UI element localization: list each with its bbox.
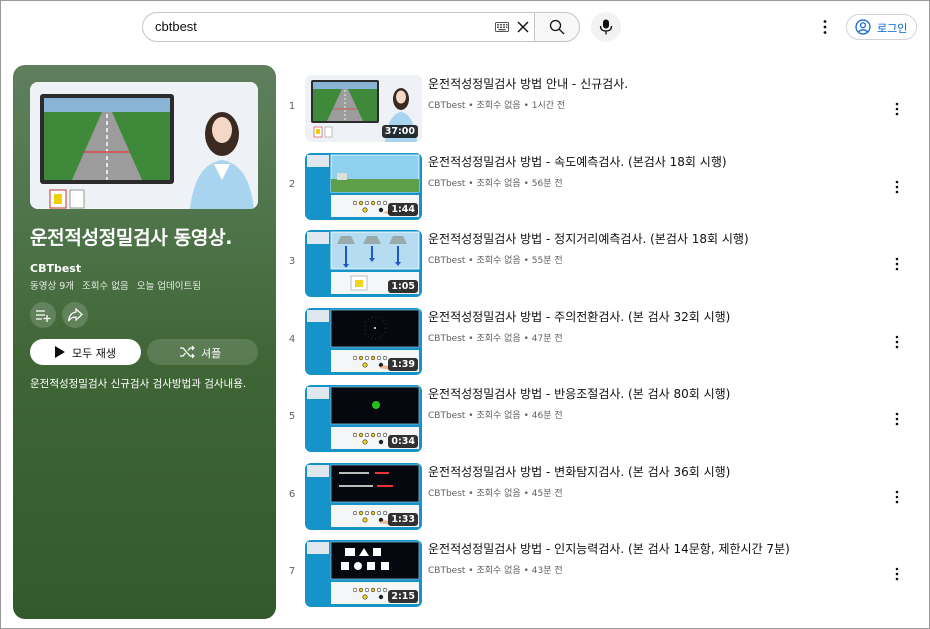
- login-label: 로그인: [877, 22, 908, 35]
- video-meta: CBTbest • 조회수 없음 • 46분 전: [428, 411, 563, 421]
- page: 로그인 운전적성정밀검사 동영상. CBTbest: [0, 0, 930, 629]
- video-title[interactable]: 운전적성정밀검사 방법 - 주의전환검사. (본 검사 32회 시행): [428, 308, 730, 325]
- video-meta: CBTbest • 조회수 없음 • 47분 전: [428, 334, 563, 344]
- video-index: 7: [288, 566, 296, 577]
- play-icon: [55, 346, 65, 358]
- more-vert-icon[interactable]: [891, 334, 903, 350]
- play-all-button[interactable]: 모두 재생: [30, 339, 141, 365]
- playlist-meta: 동영상 9개 조회수 없음 오늘 업데이트됨: [30, 278, 209, 292]
- playlist-channel[interactable]: CBTbest: [30, 262, 81, 275]
- shuffle-label: 셔플: [201, 347, 222, 360]
- video-row[interactable]: 5 0:34 운전적성정밀검사 방법 - 반응조절검사. (본 검사 80회 시…: [283, 385, 923, 455]
- video-index: 2: [288, 179, 296, 190]
- keyboard-icon[interactable]: [495, 22, 509, 32]
- video-row[interactable]: 3 1:05 운전적성정밀검사 방법 - 정지거리예측검사. (본검사 18회 …: [283, 230, 923, 300]
- search-button[interactable]: [534, 12, 580, 42]
- video-row[interactable]: 7 2:15 운전적성정밀검사 방법 - 인지능력검사. (본 검사 14문항,…: [283, 540, 923, 610]
- video-meta: CBTbest • 조회수 없음 • 45분 전: [428, 489, 563, 499]
- video-count: 동영상 9개: [30, 281, 75, 292]
- video-title[interactable]: 운전적성정밀검사 방법 안내 - 신규검사.: [428, 75, 628, 92]
- share-button[interactable]: [62, 302, 88, 328]
- save-playlist-button[interactable]: [30, 302, 56, 328]
- voice-search-button[interactable]: [591, 12, 621, 42]
- shuffle-button[interactable]: 셔플: [147, 339, 258, 365]
- video-index: 6: [288, 489, 296, 500]
- shuffle-icon: [180, 345, 195, 359]
- search-input[interactable]: [155, 19, 475, 34]
- video-duration: 1:05: [388, 280, 418, 293]
- more-vert-icon[interactable]: [891, 566, 903, 582]
- video-duration: 37:00: [381, 125, 418, 138]
- video-row[interactable]: 2 1:44 운전적성정밀검사 방법 - 속도예측검사. (본검사 18회 시행…: [283, 153, 923, 223]
- video-row[interactable]: 4 1:39 운전적성정밀검사 방법 - 주의전환검사. (본 검사 32회 시…: [283, 308, 923, 378]
- updated-label: 오늘 업데이트됨: [136, 281, 201, 292]
- playlist-description: 운전적성정밀검사 신규검사 검사방법과 검사내용.: [30, 378, 247, 390]
- playlist-thumbnail-image: [30, 82, 258, 209]
- video-meta: CBTbest • 조회수 없음 • 56분 전: [428, 179, 563, 189]
- video-thumbnail[interactable]: 2:15: [305, 540, 422, 607]
- share-icon: [67, 307, 83, 322]
- account-circle-icon: [855, 19, 871, 35]
- video-duration: 1:39: [388, 358, 418, 371]
- video-title[interactable]: 운전적성정밀검사 방법 - 속도예측검사. (본검사 18회 시행): [428, 153, 727, 170]
- video-index: 5: [288, 411, 296, 422]
- more-vert-icon[interactable]: [891, 179, 903, 195]
- view-count: 조회수 없음: [82, 281, 129, 292]
- playlist-title: 운전적성정밀검사 동영상.: [30, 227, 233, 249]
- more-vert-icon[interactable]: [817, 17, 833, 37]
- video-index: 1: [288, 101, 296, 112]
- microphone-icon: [599, 19, 613, 35]
- video-thumbnail[interactable]: 1:39: [305, 308, 422, 375]
- video-title[interactable]: 운전적성정밀검사 방법 - 정지거리예측검사. (본검사 18회 시행): [428, 230, 749, 247]
- video-duration: 1:33: [388, 513, 418, 526]
- video-thumbnail[interactable]: 1:05: [305, 230, 422, 297]
- video-thumbnail[interactable]: 0:34: [305, 385, 422, 452]
- more-vert-icon[interactable]: [891, 101, 903, 117]
- video-title[interactable]: 운전적성정밀검사 방법 - 인지능력검사. (본 검사 14문항, 제한시간 7…: [428, 540, 790, 557]
- video-duration: 2:15: [388, 590, 418, 603]
- video-row[interactable]: 1 37:00 운전적성정밀검사 방법 안내 - 신규검사. CBTbest •…: [283, 75, 923, 145]
- video-thumbnail[interactable]: 1:44: [305, 153, 422, 220]
- play-all-label: 모두 재생: [72, 347, 116, 360]
- video-index: 3: [288, 256, 296, 267]
- video-row[interactable]: 6 1:33 운전적성정밀검사 방법 - 변화탐지검사. (본 검사 36회 시…: [283, 463, 923, 533]
- video-thumbnail[interactable]: 1:33: [305, 463, 422, 530]
- video-meta: CBTbest • 조회수 없음 • 43분 전: [428, 566, 563, 576]
- search-icon: [549, 19, 565, 35]
- video-duration: 1:44: [388, 203, 418, 216]
- video-index: 4: [288, 334, 296, 345]
- playlist-panel: 운전적성정밀검사 동영상. CBTbest 동영상 9개 조회수 없음 오늘 업데이…: [13, 65, 276, 619]
- playlist-thumbnail[interactable]: [30, 82, 258, 209]
- login-button[interactable]: 로그인: [846, 14, 917, 40]
- close-icon[interactable]: [515, 19, 531, 35]
- more-vert-icon[interactable]: [891, 489, 903, 505]
- playlist-add-icon: [36, 310, 51, 322]
- more-vert-icon[interactable]: [891, 256, 903, 272]
- search-box[interactable]: [142, 12, 535, 42]
- video-meta: CBTbest • 조회수 없음 • 55분 전: [428, 256, 563, 266]
- video-thumbnail[interactable]: 37:00: [305, 75, 422, 142]
- more-vert-icon[interactable]: [891, 411, 903, 427]
- video-duration: 0:34: [388, 435, 418, 448]
- video-title[interactable]: 운전적성정밀검사 방법 - 반응조절검사. (본 검사 80회 시행): [428, 385, 730, 402]
- video-meta: CBTbest • 조회수 없음 • 1시간 전: [428, 101, 566, 111]
- video-title[interactable]: 운전적성정밀검사 방법 - 변화탐지검사. (본 검사 36회 시행): [428, 463, 730, 480]
